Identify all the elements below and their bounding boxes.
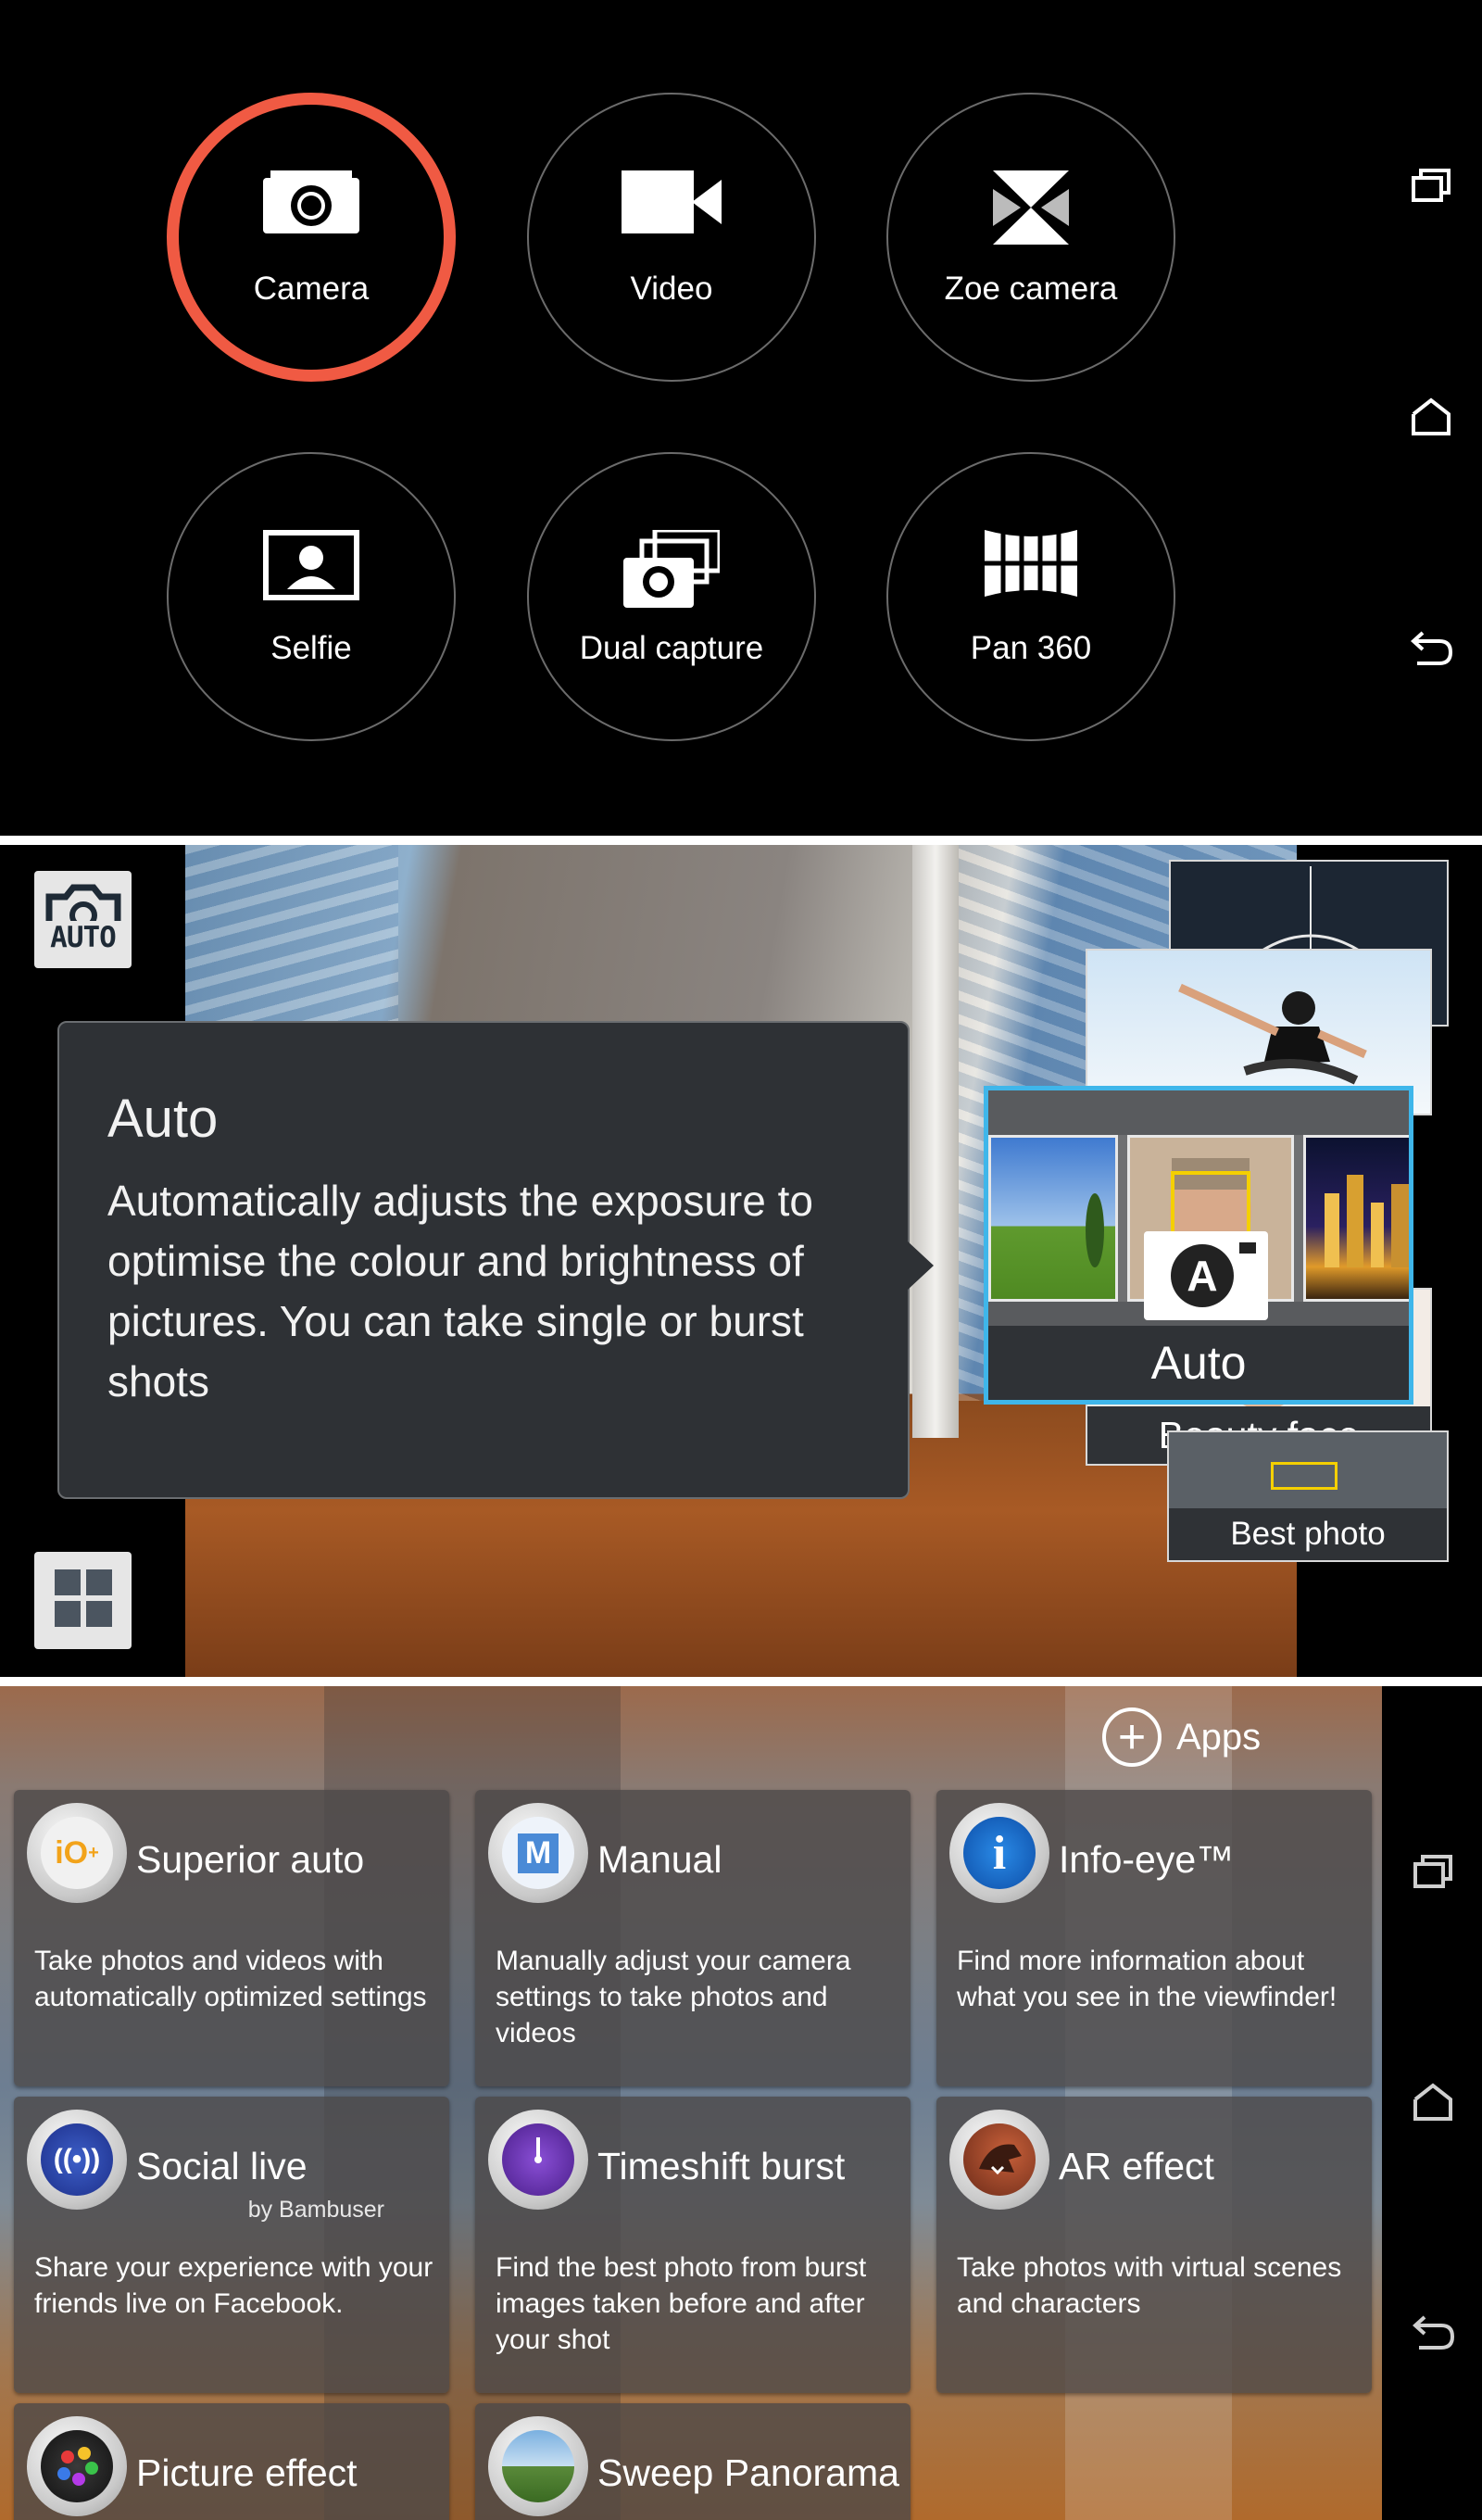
pan360-icon	[888, 530, 1174, 604]
app-tile-picture-effect[interactable]: Picture effect	[14, 2403, 449, 2520]
dual-capture-icon	[529, 530, 814, 608]
mode-label: Pan 360	[970, 630, 1092, 666]
mode-label: Selfie	[270, 630, 352, 666]
app-name: Info-eye™	[1059, 1838, 1235, 1881]
recent-apps-icon[interactable]	[1399, 153, 1463, 218]
mode-label: Zoe camera	[944, 271, 1118, 307]
night-city-thumbnail	[1303, 1135, 1409, 1302]
mode-label: Dual capture	[579, 630, 764, 666]
carousel-card-label: Best photo	[1169, 1508, 1447, 1560]
video-icon	[529, 170, 814, 245]
grid-icon	[54, 1569, 112, 1632]
recent-apps-icon[interactable]	[1400, 1839, 1465, 1904]
app-description: Manually adjust your camera settings to …	[496, 1946, 851, 2048]
mode-label: Video	[630, 271, 713, 307]
callout-title: Auto	[107, 1089, 219, 1149]
mode-dual-capture[interactable]: Dual capture	[527, 452, 816, 741]
mode-description-callout: Auto Automatically adjusts the exposure …	[57, 1021, 934, 1499]
selfie-icon	[169, 530, 454, 604]
modes-grid-button[interactable]	[34, 1552, 132, 1649]
app-name: Picture effect	[136, 2451, 358, 2494]
app-name: Timeshift burst	[597, 2145, 846, 2187]
camera-mode-picker: Camera Video Zoe camera Selfie Dual capt…	[0, 0, 1482, 836]
app-tile-info-eye[interactable]: i Info-eye™ Find more information about …	[936, 1790, 1372, 2086]
carousel-card-auto-selected[interactable]: A Auto	[984, 1086, 1413, 1405]
camera-icon	[179, 170, 444, 245]
app-name: Superior auto	[136, 1838, 365, 1881]
app-tile-social-live[interactable]: ((•)) Social live by Bambuser Share your…	[14, 2097, 449, 2393]
manual-icon: M	[488, 1803, 588, 1903]
app-name: Manual	[597, 1838, 722, 1881]
app-tile-superior-auto[interactable]: iO + Superior auto Take photos and videos…	[14, 1790, 449, 2086]
carousel-card-best-photo[interactable]: Best photo	[1167, 1430, 1449, 1562]
app-description: Take photos with virtual scenes and char…	[957, 2252, 1342, 2319]
app-tile-sweep-panorama[interactable]: Sweep Panorama	[475, 2403, 911, 2520]
app-description: Find more information about what you see…	[957, 1946, 1338, 2012]
app-tile-manual[interactable]: M Manual Manually adjust your camera set…	[475, 1790, 911, 2086]
ar-effect-icon	[949, 2110, 1049, 2210]
home-icon[interactable]	[1400, 2070, 1465, 2135]
app-name: AR effect	[1059, 2145, 1214, 2187]
app-subtitle: by Bambuser	[247, 2197, 384, 2223]
home-icon[interactable]	[1399, 384, 1463, 449]
app-description: Share your experience with your friends …	[34, 2252, 433, 2319]
auto-button-text: AUTO	[50, 920, 117, 954]
svg-text:A: A	[1187, 1252, 1217, 1300]
callout-description: Automatically adjusts the exposure to op…	[107, 1177, 813, 1405]
carousel-card-label: Auto	[988, 1326, 1409, 1400]
landscape-thumbnail	[988, 1135, 1118, 1302]
mode-label: Camera	[253, 271, 370, 307]
mode-video[interactable]: Video	[527, 93, 816, 382]
info-eye-icon: i	[949, 1803, 1049, 1903]
navigation-bar	[1382, 1686, 1482, 2520]
mode-selfie[interactable]: Selfie	[167, 452, 456, 741]
picture-effect-icon	[27, 2416, 127, 2516]
camera-apps-grid: + Apps iO + Superior auto Take photos and…	[0, 1686, 1482, 2520]
social-live-icon: ((•))	[27, 2110, 127, 2210]
apps-button-label: Apps	[1176, 1716, 1262, 1758]
auto-mode-badge-icon: A	[1144, 1231, 1268, 1320]
mode-camera[interactable]: Camera	[167, 93, 456, 382]
add-apps-button[interactable]: + Apps	[1102, 1705, 1261, 1770]
back-icon[interactable]	[1400, 2300, 1465, 2365]
zoe-icon	[888, 170, 1174, 245]
app-name: Social live	[136, 2145, 308, 2187]
app-tile-ar-effect[interactable]: AR effect Take photos with virtual scene…	[936, 2097, 1372, 2393]
back-icon[interactable]	[1399, 616, 1463, 681]
app-tile-timeshift-burst[interactable]: Timeshift burst Find the best photo from…	[475, 2097, 911, 2393]
app-description: Take photos and videos with automaticall…	[34, 1946, 427, 2012]
plus-circle-icon: +	[1102, 1707, 1162, 1767]
auto-mode-button[interactable]: AUTO	[34, 871, 132, 968]
mode-pan-360[interactable]: Pan 360	[886, 452, 1175, 741]
navigation-bar	[1380, 0, 1482, 836]
timeshift-burst-icon	[488, 2110, 588, 2210]
sweep-panorama-icon	[488, 2416, 588, 2516]
viewfinder: AUTO Auto Automatically adjusts the expo…	[0, 845, 1482, 1677]
app-description: Find the best photo from burst images ta…	[496, 2252, 867, 2355]
mode-zoe-camera[interactable]: Zoe camera	[886, 93, 1175, 382]
camera-auto-icon: AUTO	[45, 884, 121, 956]
superior-auto-icon: iO +	[27, 1803, 127, 1903]
app-name: Sweep Panorama	[597, 2451, 899, 2494]
